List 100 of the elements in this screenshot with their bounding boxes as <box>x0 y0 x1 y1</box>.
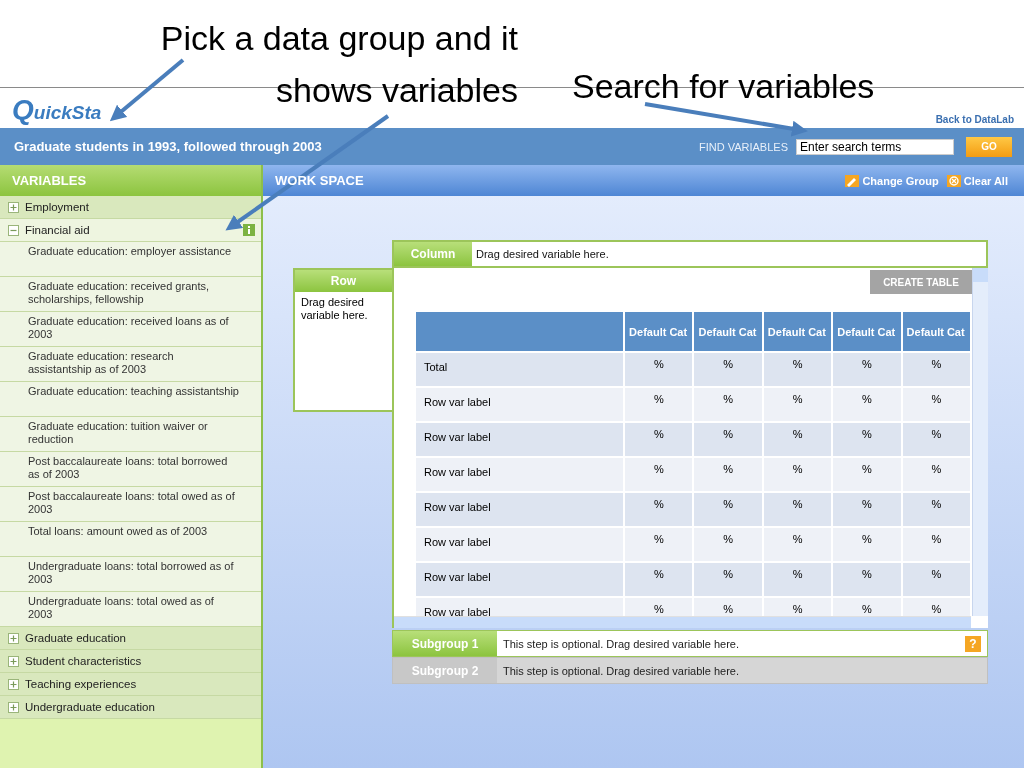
table-cell: % <box>902 388 970 421</box>
table-cell: % <box>833 388 901 421</box>
annotation-line: shows variables <box>276 70 518 110</box>
logo: QuickSta <box>12 94 102 126</box>
table-cell: % <box>694 528 762 561</box>
table-cell: % <box>833 458 901 491</box>
table-cell: % <box>763 423 832 456</box>
expand-icon[interactable] <box>8 701 19 713</box>
expand-icon[interactable] <box>8 678 19 690</box>
table-cell: % <box>694 493 762 526</box>
variable-group[interactable]: Financial aid <box>0 219 261 242</box>
collapse-icon[interactable] <box>8 224 19 236</box>
table-cell: % <box>763 458 832 491</box>
variable-item[interactable]: Graduate education: received loans as of 2003 <box>0 312 261 347</box>
table-cell: % <box>694 598 762 616</box>
table-cell: % <box>833 353 901 386</box>
row-label: Row var label <box>416 423 624 456</box>
back-link[interactable]: Back to DataLab <box>935 114 1014 125</box>
drop-hint: This step is optional. Drag desired variable here. <box>502 637 740 650</box>
variable-group[interactable]: Student characteristics <box>0 650 261 673</box>
table-cell: % <box>902 563 970 596</box>
info-icon[interactable] <box>243 224 255 236</box>
pencil-icon <box>845 174 860 187</box>
table-cell: % <box>763 493 832 526</box>
row-label: Row var label <box>416 493 624 526</box>
row-label: Total <box>416 353 624 386</box>
clear-icon <box>946 174 961 187</box>
table-cell: % <box>902 493 970 526</box>
table-cell: % <box>625 458 693 491</box>
panel-title: WORK SPACE <box>275 173 364 188</box>
table-cell: % <box>625 353 693 386</box>
table-cell: % <box>625 598 693 616</box>
row-label: Row var label <box>416 458 624 491</box>
table-cell: % <box>694 563 762 596</box>
row-label: Row var label <box>416 528 624 561</box>
table-cell: % <box>625 493 693 526</box>
drop-hint: Drag desired variable here. <box>300 295 369 323</box>
table-cell: % <box>763 598 832 616</box>
variable-item[interactable]: Total loans: amount owed as of 2003 <box>0 522 261 557</box>
variable-item[interactable]: Post baccalaureate loans: total borrowed as of 2003 <box>0 452 261 487</box>
table-cell: % <box>902 423 970 456</box>
column-header: Default Cat <box>625 312 693 351</box>
drop-hint: This step is optional. Drag desired variable here. <box>502 664 740 677</box>
variable-item[interactable]: Post baccalaureate loans: total owed as of 2003 <box>0 487 261 522</box>
table-cell: % <box>694 423 762 456</box>
annotation-line: Pick a data group and it <box>160 18 518 58</box>
column-drop-zone[interactable]: Column Drag desired variable here. <box>392 240 988 268</box>
variable-group[interactable]: Employment <box>0 196 261 219</box>
table-cell: % <box>902 353 970 386</box>
table-cell: % <box>902 598 970 616</box>
expand-icon[interactable] <box>8 201 19 213</box>
column-header: Default Cat <box>902 312 970 351</box>
column-header: Default Cat <box>763 312 832 351</box>
dataset-title: Graduate students in 1993, followed through 2003 <box>14 139 322 154</box>
panel-header: VARIABLES <box>0 165 261 196</box>
annotation-line: Search for variables <box>572 66 875 106</box>
variable-item[interactable]: Graduate education: teaching assistantship <box>0 382 261 417</box>
column-label: Column <box>394 242 472 266</box>
row-label: Row var label <box>416 598 624 616</box>
variable-group[interactable]: Graduate education <box>0 627 261 650</box>
row-label: Row var label <box>416 563 624 596</box>
table-cell: % <box>833 493 901 526</box>
variable-item[interactable]: Graduate education: employer assistance <box>0 242 261 277</box>
variable-group[interactable]: Teaching experiences <box>0 673 261 696</box>
table-cell: % <box>833 528 901 561</box>
row-label: Row <box>295 270 392 292</box>
table-cell: % <box>694 388 762 421</box>
variable-group[interactable]: Undergraduate education <box>0 696 261 719</box>
table-cell: % <box>625 423 693 456</box>
table-cell: % <box>763 353 832 386</box>
table-cell: % <box>902 528 970 561</box>
table-cell: % <box>625 528 693 561</box>
table-cell: % <box>763 388 832 421</box>
row-label: Row var label <box>416 388 624 421</box>
subgroup-label: Subgroup 1 <box>393 631 497 656</box>
table-cell: % <box>763 563 832 596</box>
column-header: Default Cat <box>833 312 901 351</box>
vertical-scrollbar[interactable] <box>972 268 988 616</box>
drop-hint: Drag desired variable here. <box>475 247 609 262</box>
variable-item[interactable]: Graduate education: received grants, scholarships, fellowship <box>0 277 261 312</box>
table-cell: % <box>833 598 901 616</box>
variable-item[interactable]: Undergraduate loans: total owed as of 2003 <box>0 592 261 627</box>
expand-icon[interactable] <box>8 655 19 667</box>
table-cell: % <box>694 458 762 491</box>
variable-item[interactable]: Undergraduate loans: total borrowed as of 2003 <box>0 557 261 592</box>
variable-item[interactable]: Graduate education: research assistantship as of 2003 <box>0 347 261 382</box>
table-cell: % <box>833 423 901 456</box>
table-cell: % <box>694 353 762 386</box>
table-cell: % <box>902 458 970 491</box>
search-field[interactable]: Enter search terms <box>796 138 954 155</box>
subgroup-drop-zone[interactable]: Subgroup 1 This step is optional. Drag desired variable here. ? <box>392 630 988 657</box>
table-cell: % <box>833 563 901 596</box>
row-drop-zone[interactable]: Row Drag desired variable here. <box>293 268 392 412</box>
horizontal-scrollbar[interactable] <box>394 616 971 628</box>
column-header: Default Cat <box>694 312 762 351</box>
expand-icon[interactable] <box>8 632 19 644</box>
table-cell: % <box>625 388 693 421</box>
table-cell: % <box>625 563 693 596</box>
table-cell: % <box>763 528 832 561</box>
variable-item[interactable]: Graduate education: tuition waiver or reduction <box>0 417 261 452</box>
